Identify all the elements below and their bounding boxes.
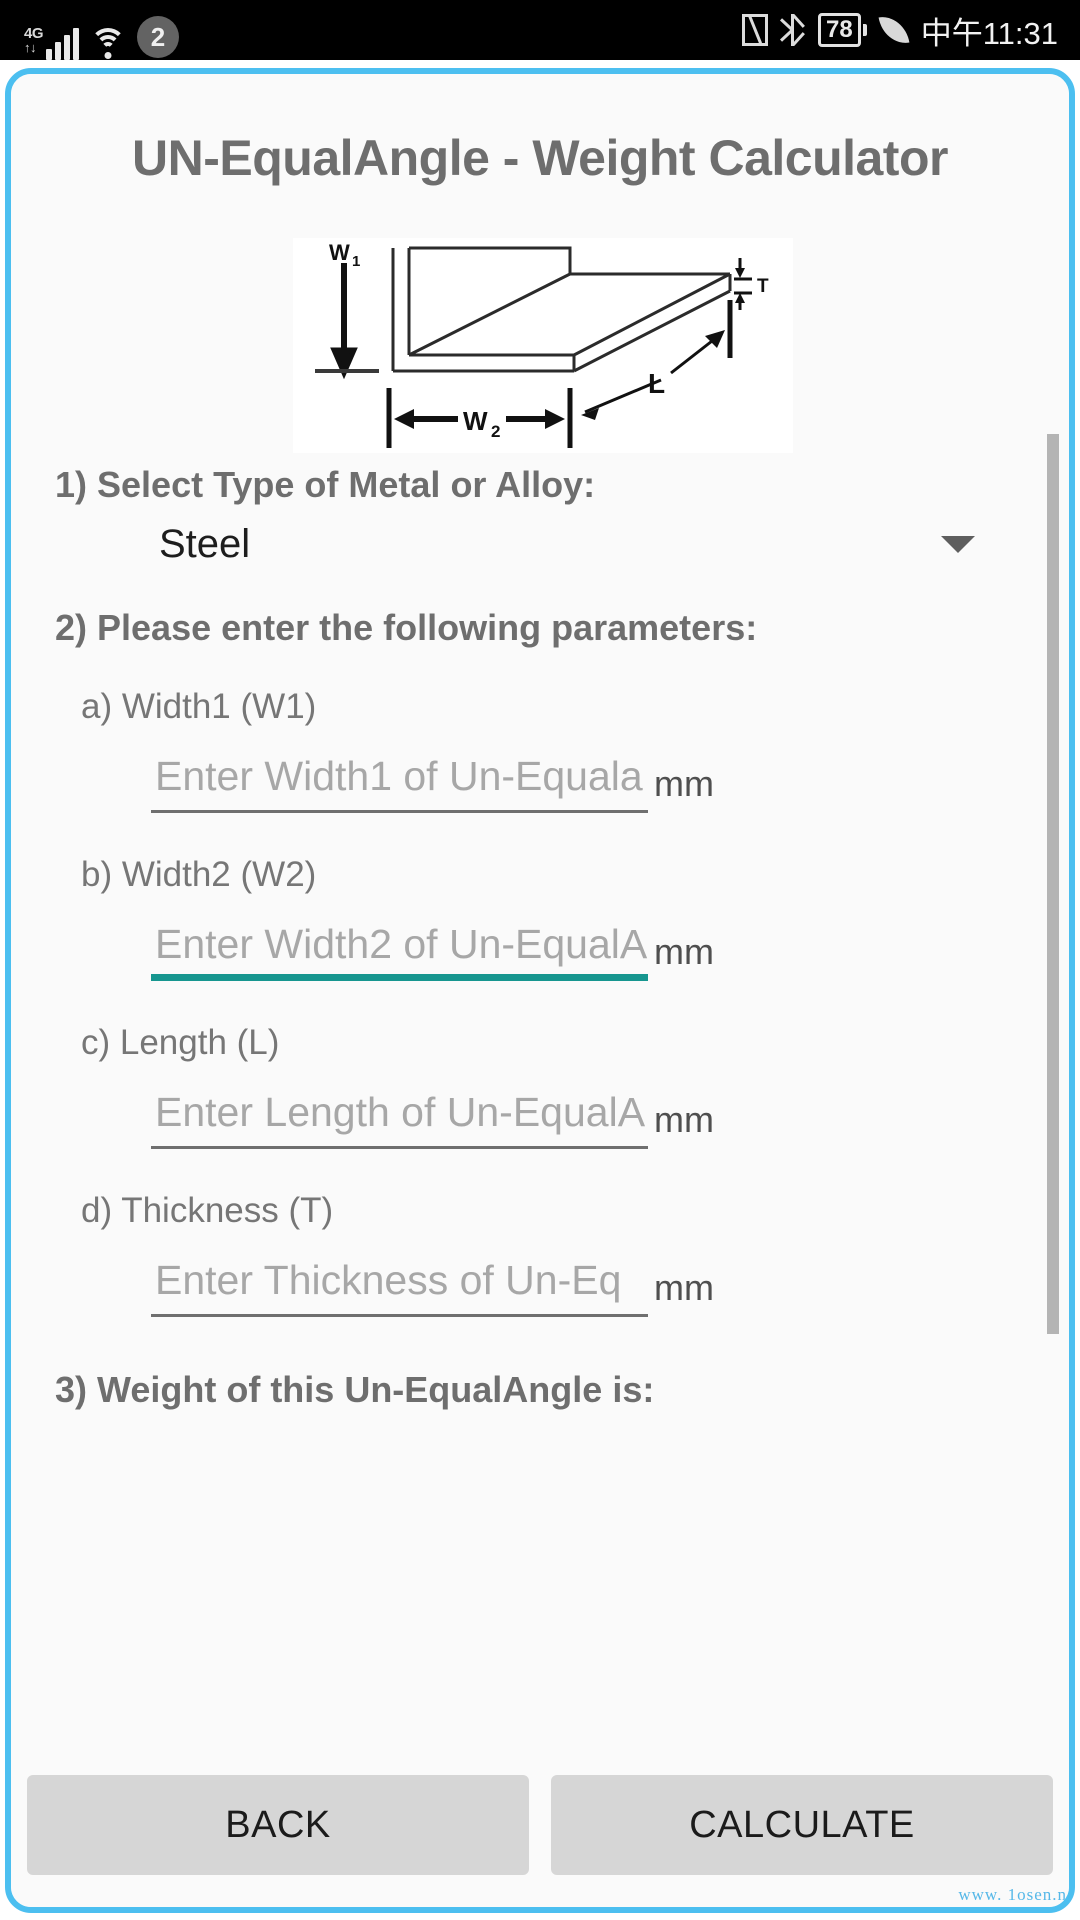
width2-input[interactable]: Enter Width2 of Un-EqualА xyxy=(151,921,648,981)
nfc-icon xyxy=(742,14,769,46)
width1-unit-label: mm xyxy=(654,763,714,804)
scrollbar-thumb[interactable] xyxy=(1047,434,1059,1334)
status-bar-left: 4G ↑↓ 2 xyxy=(0,0,180,60)
watermark-label: www. 1osen.n xyxy=(958,1885,1067,1904)
width1-placeholder: Enter Width1 of Un-Equala xyxy=(155,753,643,799)
back-button[interactable]: BACK xyxy=(27,1775,529,1875)
leaf-icon xyxy=(878,12,910,48)
field-group-length: c) Length (L) Enter Length of Un-EqualА … xyxy=(11,1023,1069,1149)
field-group-thickness: d) Thickness (T) Enter Thickness of Un-E… xyxy=(11,1191,1069,1317)
field-row-length: Enter Length of Un-EqualА mm xyxy=(11,1089,1069,1149)
field-label-width2: b) Width2 (W2) xyxy=(81,855,317,894)
calculate-button[interactable]: CALCULATE xyxy=(551,1775,1053,1875)
length-input[interactable]: Enter Length of Un-EqualА xyxy=(151,1089,648,1149)
battery-icon: 78 xyxy=(818,13,867,47)
clock-label: 中午11:31 xyxy=(920,15,1058,51)
svg-text:W: W xyxy=(329,240,350,265)
signal-icon: 4G ↑↓ xyxy=(24,18,80,60)
angle-bar-diagram-svg: W 1 W 2 L T xyxy=(293,238,793,453)
svg-text:1: 1 xyxy=(352,253,360,270)
section-heading-parameters: 2) Please enter the following parameters… xyxy=(55,607,758,648)
field-label-length: c) Length (L) xyxy=(81,1023,280,1062)
length-unit-label: mm xyxy=(654,1099,714,1140)
app-content: UN-EqualAngle - Weight Calculator W 1 W … xyxy=(11,74,1069,1907)
field-group-width1: a) Width1 (W1) Enter Width1 of Un-Equala… xyxy=(11,687,1069,813)
thickness-unit-label: mm xyxy=(654,1267,714,1308)
bluetooth-icon xyxy=(780,13,804,47)
status-bar-right: 78 中午11:31 xyxy=(742,8,1080,53)
battery-level-label: 78 xyxy=(818,13,861,47)
wifi-icon xyxy=(88,26,128,60)
network-type-label: 4G xyxy=(24,24,44,42)
svg-text:2: 2 xyxy=(491,422,500,441)
thickness-input[interactable]: Enter Thickness of Un-Eq xyxy=(151,1257,648,1317)
field-label-width1: a) Width1 (W1) xyxy=(81,687,317,726)
field-row-thickness: Enter Thickness of Un-Eq mm xyxy=(11,1257,1069,1317)
field-row-width2: Enter Width2 of Un-EqualА mm xyxy=(11,921,1069,981)
svg-text:W: W xyxy=(463,406,488,436)
page-title: UN-EqualAngle - Weight Calculator xyxy=(132,130,948,186)
metal-type-dropdown[interactable]: Steel xyxy=(11,522,1069,567)
angle-bar-diagram: W 1 W 2 L T xyxy=(293,238,793,453)
length-placeholder: Enter Length of Un-EqualА xyxy=(155,1089,646,1135)
form-scroll-area[interactable]: 1) Select Type of Metal or Alloy: Steel … xyxy=(11,464,1069,1411)
section-heading-result: 3) Weight of this Un-EqualAngle is: xyxy=(55,1369,655,1410)
svg-text:T: T xyxy=(757,276,769,297)
width2-unit-label: mm xyxy=(654,931,714,972)
field-group-width2: b) Width2 (W2) Enter Width2 of Un-EqualА… xyxy=(11,855,1069,981)
section-heading-select-metal: 1) Select Type of Metal or Alloy: xyxy=(55,464,596,505)
app-window: UN-EqualAngle - Weight Calculator W 1 W … xyxy=(5,68,1075,1913)
status-bar: 4G ↑↓ 2 78 中午11:31 xyxy=(0,0,1080,60)
action-button-row: BACK CALCULATE xyxy=(11,1775,1069,1875)
field-row-width1: Enter Width1 of Un-Equala mm xyxy=(11,753,1069,813)
width1-input[interactable]: Enter Width1 of Un-Equala xyxy=(151,753,648,813)
width2-placeholder: Enter Width2 of Un-EqualА xyxy=(155,921,648,967)
notification-count-badge: 2 xyxy=(137,16,180,58)
field-label-thickness: d) Thickness (T) xyxy=(81,1191,334,1230)
chevron-down-icon[interactable] xyxy=(941,536,975,553)
thickness-placeholder: Enter Thickness of Un-Eq xyxy=(155,1257,622,1303)
vertical-scrollbar[interactable] xyxy=(1047,434,1059,1394)
svg-text:L: L xyxy=(648,368,665,399)
metal-type-selected-value: Steel xyxy=(159,522,251,566)
